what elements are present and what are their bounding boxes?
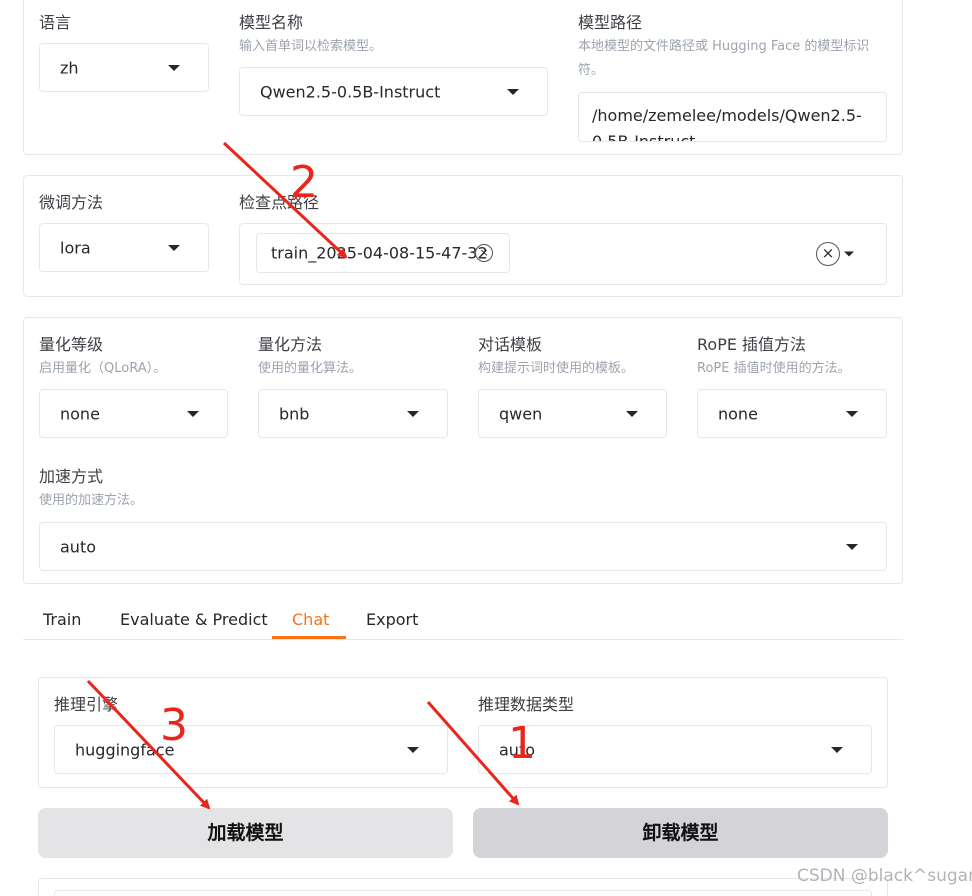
booster-value: auto: [60, 537, 97, 556]
watermark: CSDN @black^sugar: [797, 866, 972, 886]
clear-selection-icon[interactable]: ×: [816, 242, 840, 266]
quant-method-value: bnb: [279, 404, 310, 423]
finetune-method-label: 微调方法: [39, 193, 104, 212]
rope-info: RoPE 插值时使用的方法。: [697, 361, 851, 376]
quant-method-info: 使用的量化算法。: [258, 361, 363, 376]
chat-input-box[interactable]: [54, 890, 872, 896]
model-path-input[interactable]: /home/zemelee/models/Qwen2.5-0.5B-Instru…: [578, 92, 887, 142]
tab-export[interactable]: Export: [346, 600, 438, 640]
infer-backend-dropdown[interactable]: huggingface: [54, 725, 448, 774]
tab-chat[interactable]: Chat: [272, 600, 349, 640]
model-name-info: 输入首单词以检索模型。: [239, 39, 383, 54]
chevron-down-icon: [407, 746, 419, 753]
language-label: 语言: [39, 13, 72, 32]
quant-bit-value: none: [60, 404, 100, 423]
checkpoint-label: 检查点路径: [239, 193, 320, 212]
template-value: qwen: [499, 404, 543, 423]
checkpoint-multiselect[interactable]: train_2025-04-08-15-47-32 × ×: [239, 223, 887, 285]
model-path-label: 模型路径: [578, 13, 643, 32]
chevron-down-icon: [168, 244, 180, 251]
checkpoint-chip[interactable]: train_2025-04-08-15-47-32 ×: [256, 233, 510, 273]
model-path-value: /home/zemelee/models/Qwen2.5-0.5B-Instru…: [592, 106, 862, 142]
finetune-method-dropdown[interactable]: lora: [39, 223, 209, 272]
remove-chip-icon[interactable]: ×: [475, 244, 493, 262]
rope-value: none: [718, 404, 758, 423]
tab-bar: Train Evaluate & Predict Chat Export: [23, 600, 903, 640]
quant-bit-info: 启用量化（QLoRA）。: [39, 361, 167, 376]
active-tab-indicator: [272, 636, 346, 639]
tab-evaluate-predict[interactable]: Evaluate & Predict: [100, 600, 288, 640]
quant-bit-dropdown[interactable]: none: [39, 389, 228, 438]
booster-label: 加速方式: [39, 467, 104, 486]
quant-method-label: 量化方法: [258, 335, 323, 354]
chevron-down-icon: [407, 410, 419, 417]
model-name-value: Qwen2.5-0.5B-Instruct: [260, 82, 441, 101]
infer-backend-value: huggingface: [75, 740, 175, 759]
chevron-down-icon: [187, 410, 199, 417]
infer-backend-label: 推理引擎: [54, 695, 119, 714]
chevron-down-icon: [626, 410, 638, 417]
quant-bit-label: 量化等级: [39, 335, 104, 354]
checkpoint-chip-label: train_2025-04-08-15-47-32: [271, 243, 488, 263]
chevron-down-icon: [507, 88, 519, 95]
quant-method-dropdown[interactable]: bnb: [258, 389, 448, 438]
load-model-button[interactable]: 加载模型: [38, 808, 453, 858]
tab-train[interactable]: Train: [23, 600, 101, 640]
language-value: zh: [60, 58, 79, 77]
rope-dropdown[interactable]: none: [697, 389, 887, 438]
chevron-down-icon: [844, 251, 854, 257]
booster-info: 使用的加速方法。: [39, 493, 144, 508]
chevron-down-icon: [846, 543, 858, 550]
infer-dtype-value: auto: [499, 740, 536, 759]
template-dropdown[interactable]: qwen: [478, 389, 667, 438]
chevron-down-icon: [168, 64, 180, 71]
rope-label: RoPE 插值方法: [697, 335, 807, 354]
template-info: 构建提示词时使用的模板。: [478, 361, 635, 376]
unload-model-button[interactable]: 卸载模型: [473, 808, 888, 858]
model-name-label: 模型名称: [239, 13, 304, 32]
infer-dtype-label: 推理数据类型: [478, 695, 575, 714]
template-label: 对话模板: [478, 335, 543, 354]
infer-dtype-dropdown[interactable]: auto: [478, 725, 872, 774]
finetune-method-value: lora: [60, 238, 91, 257]
chevron-down-icon: [831, 746, 843, 753]
language-dropdown[interactable]: zh: [39, 43, 209, 92]
model-path-info: 本地模型的文件路径或 Hugging Face 的模型标识符。: [578, 39, 870, 78]
booster-dropdown[interactable]: auto: [39, 522, 887, 571]
model-name-dropdown[interactable]: Qwen2.5-0.5B-Instruct: [239, 67, 548, 116]
chevron-down-icon: [846, 410, 858, 417]
